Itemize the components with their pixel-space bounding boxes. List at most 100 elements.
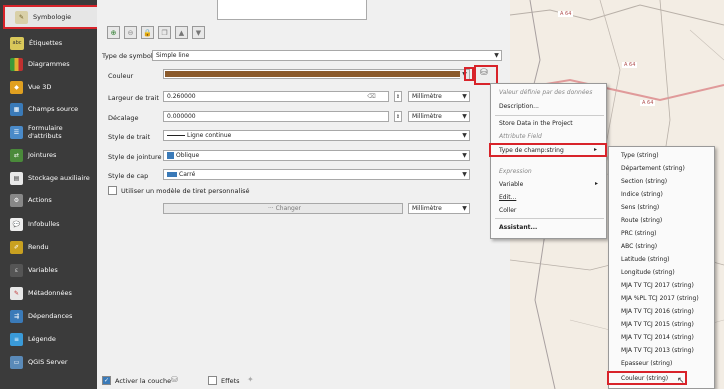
sidebar-item-rendu[interactable]: ✐ Rendu — [0, 235, 97, 259]
submenu-item-field[interactable]: Longitude (string) — [621, 269, 675, 276]
cap-style-select[interactable]: Carré ▼ — [163, 169, 470, 180]
submenu-item-field[interactable]: MJA TV TCJ 2013 (string) — [621, 347, 694, 354]
data-defined-override-icon[interactable]: ⛁ — [171, 375, 178, 384]
add-layer-icon[interactable]: ⊕ — [107, 26, 120, 39]
form-icon: ☰ — [10, 125, 23, 139]
change-dash-label: ··· Changer — [267, 205, 302, 212]
menu-item-paste[interactable]: Coller — [499, 207, 516, 214]
stroke-style-select[interactable]: Ligne continue ▼ — [163, 130, 470, 141]
remove-layer-icon[interactable]: ⊖ — [124, 26, 137, 39]
highlight-color-dropdown — [464, 67, 474, 81]
submenu-item-field[interactable]: MJA TV TCJ 2015 (string) — [621, 321, 694, 328]
custom-dash-checkbox[interactable] — [108, 186, 117, 195]
submenu-item-field[interactable]: Route (string) — [621, 217, 662, 224]
clear-icon[interactable]: ⌫ — [367, 92, 376, 101]
color-button[interactable]: ▼ — [163, 69, 470, 79]
move-down-icon[interactable]: ▼ — [192, 26, 205, 39]
menu-item-assistant[interactable]: Assistant... — [499, 224, 537, 231]
effects-star-icon[interactable]: ✦ — [247, 375, 254, 384]
offset-input[interactable]: 0.000000 — [163, 111, 389, 122]
submenu-item-field[interactable]: Epasseur (string) — [621, 360, 672, 367]
sidebar-item-stockage[interactable]: ▤ Stockage auxiliaire — [0, 166, 97, 190]
activate-layer-checkbox[interactable]: ✓ — [102, 376, 111, 385]
sidebar-item-actions[interactable]: ⚙ Actions — [0, 188, 97, 212]
stroke-style-value: Ligne continue — [187, 132, 232, 139]
sidebar-item-jointures[interactable]: ⇄ Jointures — [0, 143, 97, 167]
submenu-item-field[interactable]: Section (string) — [621, 178, 667, 185]
chevron-down-icon: ▼ — [462, 132, 467, 139]
label-abc-icon: abc — [10, 36, 24, 50]
menu-item-variable[interactable]: Variable — [499, 181, 523, 188]
symbol-type-select[interactable]: Simple line ▼ — [152, 50, 502, 61]
submenu-item-field: Couleur (string) — [621, 375, 669, 382]
sidebar-item-symbologie[interactable]: ✎ Symbologie — [3, 5, 99, 29]
color-label: Couleur — [108, 72, 134, 80]
sidebar-item-metadonnees[interactable]: ✎ Métadonnées — [0, 281, 97, 305]
data-defined-override-button[interactable]: ⛁ — [474, 65, 498, 85]
submenu-item-field[interactable]: MJA %PL TCJ 2017 (string) — [621, 295, 699, 302]
menu-separator — [495, 115, 604, 116]
effects-label: Effets — [221, 377, 240, 385]
offset-spinner[interactable]: ⇕ — [394, 111, 402, 122]
lock-icon[interactable]: 🔒 — [141, 26, 154, 39]
stroke-width-input[interactable]: 0.260000 ⌫ — [163, 91, 389, 102]
stroke-width-value: 0.260000 — [167, 93, 196, 100]
metadata-icon: ✎ — [10, 286, 23, 300]
legend-icon: ≡ — [10, 332, 23, 346]
submenu-item-field[interactable]: MJA TV TCJ 2016 (string) — [621, 308, 694, 315]
join-style-select[interactable]: Oblique ▼ — [163, 150, 470, 161]
variables-icon: ε — [10, 263, 23, 277]
menu-item-description[interactable]: Description... — [499, 103, 539, 110]
submenu-item-field[interactable]: ABC (string) — [621, 243, 657, 250]
menu-item-store-data[interactable]: Store Data in the Project — [499, 120, 573, 127]
submenu-item-field[interactable]: MJA TV TCJ 2017 (string) — [621, 282, 694, 289]
sidebar-item-infobulles[interactable]: 💬 Infobulles — [0, 212, 97, 236]
sidebar-item-legende[interactable]: ≡ Légende — [0, 327, 97, 351]
diagram-icon — [10, 57, 23, 71]
stroke-width-unit-select[interactable]: Millimètre ▼ — [408, 91, 470, 102]
symbol-tree-view[interactable] — [217, 0, 367, 20]
change-dash-button[interactable]: ··· Changer — [163, 203, 403, 214]
submenu-item-couleur[interactable]: Couleur (string) — [607, 371, 687, 385]
sidebar-item-variables[interactable]: ε Variables — [0, 258, 97, 282]
sidebar-item-champs-source[interactable]: ▦ Champs source — [0, 97, 97, 121]
sidebar-item-label: Vue 3D — [28, 83, 52, 91]
chevron-down-icon: ▼ — [462, 152, 467, 159]
menu-header-attribute-field: Attribute Field — [499, 133, 542, 140]
sidebar-item-formulaire[interactable]: ☰ Formulaire d'attributs — [0, 120, 97, 144]
sidebar-item-label: Infobulles — [28, 220, 60, 228]
sidebar-item-label: Étiquettes — [29, 39, 63, 47]
sidebar-item-vue-3d[interactable]: ◆ Vue 3D — [0, 75, 97, 99]
join-style-value: Oblique — [176, 152, 200, 159]
sidebar-item-dependances[interactable]: ⇶ Dépendances — [0, 304, 97, 328]
chevron-down-icon: ▼ — [462, 171, 467, 178]
menu-header-data-defined: Valeur définie par des données — [499, 89, 593, 96]
dash-unit-select[interactable]: Millimètre ▼ — [408, 203, 470, 214]
sidebar-item-label: Métadonnées — [28, 289, 72, 297]
move-up-icon[interactable]: ▲ — [175, 26, 188, 39]
sidebar-item-qgis-server[interactable]: ▭ QGIS Server — [0, 350, 97, 374]
sidebar-item-diagrammes[interactable]: Diagrammes — [0, 52, 97, 76]
paintbrush-icon: ✎ — [15, 10, 28, 24]
sidebar-item-label: Variables — [28, 266, 58, 274]
menu-item-field-type[interactable]: Type de champ:string ▸ — [489, 143, 607, 157]
stroke-width-spinner[interactable]: ⇕ — [394, 91, 402, 102]
submenu-item-field[interactable]: PRC (string) — [621, 230, 657, 237]
menu-item-edit[interactable]: Edit... — [499, 194, 516, 201]
submenu-item-field[interactable]: MJA TV TCJ 2014 (string) — [621, 334, 694, 341]
color-swatch — [165, 71, 461, 77]
map-road-label: A 64 — [622, 62, 638, 68]
submenu-item-field[interactable]: Indice (string) — [621, 191, 663, 198]
chevron-down-icon: ▼ — [462, 205, 467, 212]
sidebar-item-label: Rendu — [28, 243, 49, 251]
join-style-label: Style de jointure — [108, 153, 162, 161]
menu-item-field-type-label: Type de champ:string — [499, 147, 564, 154]
cube-3d-icon: ◆ — [10, 80, 23, 94]
submenu-item-field[interactable]: Département (string) — [621, 165, 685, 172]
offset-unit-select[interactable]: Millimètre ▼ — [408, 111, 470, 122]
effects-checkbox[interactable] — [208, 376, 217, 385]
duplicate-icon[interactable]: ❐ — [158, 26, 171, 39]
submenu-item-field[interactable]: Type (string) — [621, 152, 659, 159]
submenu-item-field[interactable]: Sens (string) — [621, 204, 659, 211]
submenu-item-field[interactable]: Latitude (string) — [621, 256, 670, 263]
